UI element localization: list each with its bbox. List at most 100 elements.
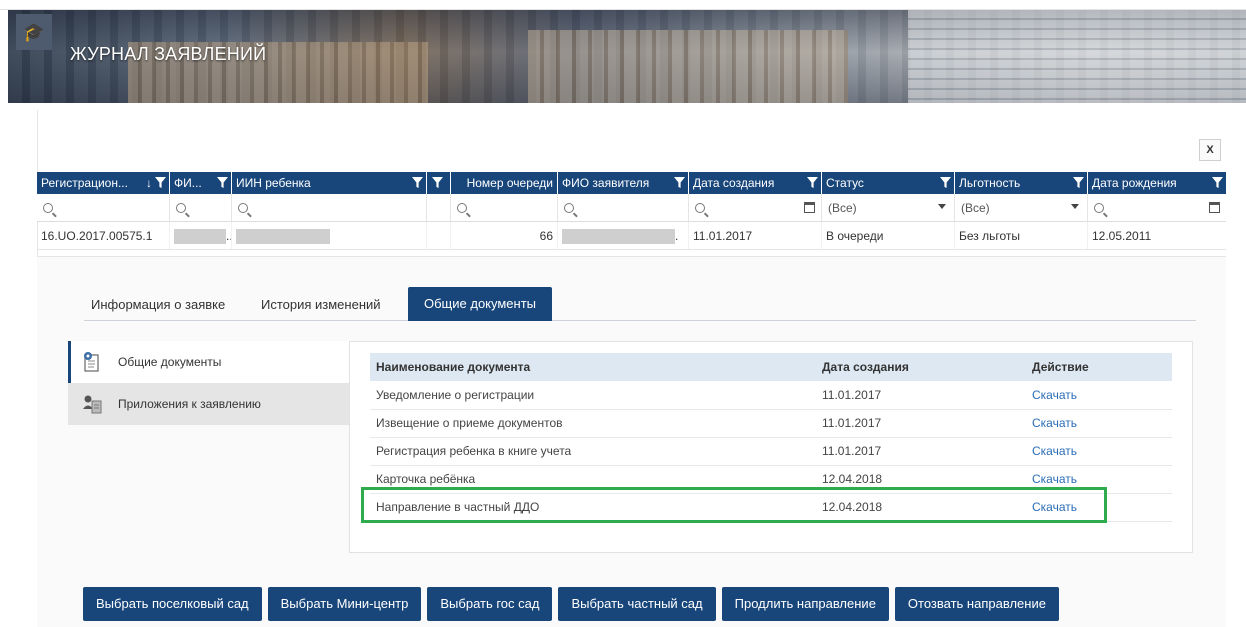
filter-status-value: (Все) [828, 201, 857, 215]
filter-blank [427, 194, 451, 221]
doc-date: 11.01.2017 [816, 381, 1026, 410]
column-label: ФИО заявителя [562, 176, 650, 190]
download-link[interactable]: Скачать [1026, 465, 1172, 494]
filter-icon[interactable] [155, 177, 166, 188]
filter-created-input[interactable] [689, 194, 822, 221]
side-menu-item-common-documents[interactable]: Общие документы [68, 341, 350, 383]
sort-arrow-icon[interactable]: ↓ [146, 172, 152, 194]
tab-change-history[interactable]: История изменений [261, 297, 381, 312]
column-label: Номер очереди [466, 176, 553, 190]
doc-name: Извещение о приеме документов [370, 409, 816, 438]
documents-table: Наименование документа Дата создания Дей… [370, 353, 1172, 522]
detail-panel: Информация о заявке История изменений Об… [37, 256, 1226, 627]
masked-value [562, 229, 675, 245]
graduation-cap-icon[interactable]: 🎓 [16, 14, 52, 50]
column-label: Регистрацион... [41, 176, 128, 190]
filter-benefit-select[interactable]: (Все) [955, 194, 1088, 221]
filter-icon[interactable] [217, 177, 228, 188]
grid-header: Регистрацион... ↓ ФИ... ИИН ребенка Номе… [37, 172, 1226, 194]
filter-benefit-value: (Все) [961, 201, 990, 215]
search-icon [1094, 203, 1104, 213]
filter-queue-input[interactable] [451, 194, 558, 221]
tab-application-info[interactable]: Информация о заявке [91, 297, 225, 312]
search-icon [457, 203, 467, 213]
revoke-referral-button[interactable]: Отозвать направление [894, 587, 1059, 621]
column-header-status[interactable]: Статус [822, 172, 955, 194]
filter-icon[interactable] [1073, 177, 1084, 188]
download-link[interactable]: Скачать [1026, 437, 1172, 466]
download-link[interactable]: Скачать [1026, 381, 1172, 410]
download-link[interactable]: Скачать [1026, 493, 1172, 522]
column-label: Льготность [959, 176, 1021, 190]
filter-iin-input[interactable] [232, 194, 427, 221]
search-icon [43, 203, 53, 213]
doc-name: Карточка ребёнка [370, 465, 816, 494]
top-strip [0, 0, 1246, 10]
column-label: Дата создания [693, 176, 775, 190]
select-mini-center-button[interactable]: Выбрать Мини-центр [267, 587, 422, 621]
doc-date: 12.04.2018 [816, 465, 1026, 494]
excel-export-button[interactable]: X [1199, 139, 1221, 161]
column-header-birth-date[interactable]: Дата рождения [1088, 172, 1226, 194]
column-label: ФИ... [174, 176, 202, 190]
cell-blank [427, 222, 451, 249]
column-header-fio[interactable]: ФИ... [170, 172, 232, 194]
filter-icon[interactable] [432, 177, 443, 188]
search-icon [176, 203, 186, 213]
banner-building [528, 30, 848, 103]
table-row: Регистрация ребенка в книге учета 11.01.… [370, 437, 1172, 466]
table-row[interactable]: 16.UO.2017.00575.1 .. 66 . 11.01.2017 В … [37, 222, 1226, 250]
column-header-applicant[interactable]: ФИО заявителя [558, 172, 689, 194]
doc-date: 11.01.2017 [816, 437, 1026, 466]
filter-icon[interactable] [940, 177, 951, 188]
filter-icon[interactable] [674, 177, 685, 188]
search-icon [238, 203, 248, 213]
filter-applicant-input[interactable] [558, 194, 689, 221]
filter-reg-number-input[interactable] [37, 194, 170, 221]
side-menu: Общие документы Приложения к заявлению [68, 341, 350, 425]
column-label: Дата рождения [1092, 176, 1177, 190]
masked-value [174, 229, 226, 245]
chevron-down-icon[interactable] [1071, 204, 1079, 209]
calendar-icon[interactable] [804, 202, 815, 213]
column-header-reg-number[interactable]: Регистрацион... ↓ [37, 172, 170, 194]
filter-status-select[interactable]: (Все) [822, 194, 955, 221]
search-icon [564, 203, 574, 213]
page-title: ЖУРНАЛ ЗАЯВЛЕНИЙ [70, 44, 267, 64]
column-header-doc-date: Дата создания [816, 353, 1026, 381]
column-header-benefit[interactable]: Льготность [955, 172, 1088, 194]
doc-name: Уведомление о регистрации [370, 381, 816, 410]
column-label: Статус [826, 176, 864, 190]
user-document-icon [83, 395, 102, 414]
header-banner: 🎓 ЖУРНАЛ ЗАЯВЛЕНИЙ [8, 10, 1246, 103]
download-link[interactable]: Скачать [1026, 409, 1172, 438]
table-row: Извещение о приеме документов 11.01.2017… [370, 409, 1172, 438]
column-header-child-iin[interactable]: ИИН ребенка [232, 172, 427, 194]
detail-tabs: Информация о заявке История изменений Об… [84, 287, 1196, 321]
cell-applicant: . [558, 222, 689, 249]
extend-referral-button[interactable]: Продлить направление [721, 587, 889, 621]
select-private-garden-button[interactable]: Выбрать частный сад [558, 587, 716, 621]
filter-icon[interactable] [1212, 177, 1223, 188]
doc-name: Направление в частный ДДО [370, 493, 816, 522]
column-header-doc-name: Наименование документа [370, 353, 816, 381]
doc-date: 12.04.2018 [816, 493, 1026, 522]
chevron-down-icon[interactable] [938, 204, 946, 209]
search-icon [695, 203, 705, 213]
column-header-doc-action: Действие [1026, 353, 1172, 381]
filter-birth-date-input[interactable] [1088, 194, 1226, 221]
cell-reg-number: 16.UO.2017.00575.1 [37, 222, 170, 249]
cell-birth-date: 12.05.2011 [1092, 229, 1152, 243]
filter-icon[interactable] [412, 177, 423, 188]
doc-date: 11.01.2017 [816, 409, 1026, 438]
filter-icon[interactable] [807, 177, 818, 188]
side-menu-item-attachments[interactable]: Приложения к заявлению [68, 383, 350, 425]
column-header-blank[interactable] [427, 172, 451, 194]
calendar-icon[interactable] [1209, 202, 1220, 213]
select-state-garden-button[interactable]: Выбрать гос сад [427, 587, 553, 621]
column-header-created[interactable]: Дата создания [689, 172, 822, 194]
tab-common-documents[interactable]: Общие документы [408, 287, 553, 321]
filter-fio-input[interactable] [170, 194, 232, 221]
select-village-garden-button[interactable]: Выбрать поселковый сад [83, 587, 262, 621]
column-header-queue-number[interactable]: Номер очереди [451, 172, 558, 194]
